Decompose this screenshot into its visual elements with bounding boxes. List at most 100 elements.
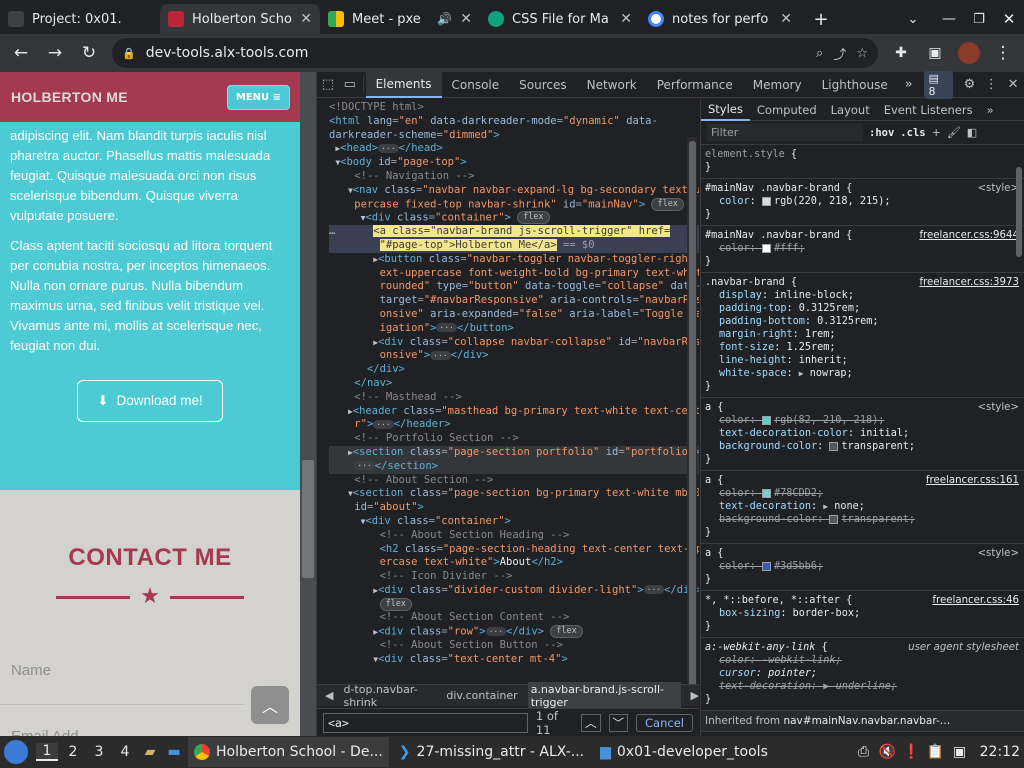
styles-scrollbar[interactable] <box>1015 147 1023 732</box>
reload-icon[interactable]: ↻ <box>74 38 104 68</box>
search-cancel-button[interactable]: Cancel <box>636 713 693 732</box>
tab-sources[interactable]: Sources <box>509 72 576 98</box>
css-rule[interactable]: #mainNav .navbar-brand { freelancer.css:… <box>701 226 1024 273</box>
dom-node[interactable]: ▶<button class="navbar-toggler navbar-to… <box>329 253 699 267</box>
dom-node[interactable]: <!-- Icon Divider --> <box>329 570 699 584</box>
navbar-brand-link[interactable]: HOLBERTON ME <box>11 89 128 105</box>
email-field[interactable]: Email Add <box>11 728 79 736</box>
browser-tab-active[interactable]: Holberton Scho ✕ <box>160 4 320 34</box>
close-tab-icon[interactable]: ✕ <box>460 11 472 27</box>
class-toggle[interactable]: .cls <box>900 127 925 139</box>
breadcrumb-item[interactable]: d-top.navbar-shrink <box>343 683 436 709</box>
omnibox[interactable]: 🔒 dev-tools.alx-tools.com ⌕ ⤴ ☆ <box>112 38 878 68</box>
dom-node[interactable]: ▼<div class="container"> <box>329 515 699 529</box>
workspace-3[interactable]: 3 <box>88 744 110 760</box>
tab-network[interactable]: Network <box>577 72 647 98</box>
dom-node-selected[interactable]: "#page-top">Holberton Me</a> == $0 <box>329 238 699 253</box>
breadcrumb-prev-icon[interactable]: ◀ <box>325 689 333 702</box>
dom-node[interactable]: </nav> <box>329 377 699 391</box>
dom-node[interactable]: <!-- About Section Button --> <box>329 639 699 653</box>
extensions-puzzle-icon[interactable]: ✚ <box>886 38 916 68</box>
styles-scrollbar-thumb[interactable] <box>1016 167 1022 257</box>
bookmark-star-icon[interactable]: ☆ <box>856 46 868 61</box>
taskbar-task-vscode[interactable]: ❯ 27-missing_attr - ALX-... <box>393 737 590 767</box>
menu-toggle-button[interactable]: MENU ≡ <box>226 84 290 110</box>
clipboard-icon[interactable]: 📋 <box>926 742 946 762</box>
inspect-element-icon[interactable]: ⬚ <box>317 72 339 98</box>
audio-playing-icon[interactable]: 🔊 <box>437 12 452 26</box>
dom-search-input[interactable]: <a> <box>323 712 528 733</box>
dom-node[interactable]: <!DOCTYPE html> <box>329 101 699 115</box>
dom-node[interactable]: flex <box>329 597 699 612</box>
name-field[interactable]: Name <box>11 662 51 679</box>
more-tabs-chevron-icon[interactable]: » <box>898 72 920 98</box>
tab-search-chevron-icon[interactable]: ⌄ <box>898 4 928 34</box>
add-rule-icon[interactable]: + <box>932 126 941 139</box>
search-next-icon[interactable]: ﹀ <box>608 713 629 732</box>
screen-icon[interactable]: ▣ <box>950 742 970 762</box>
dom-node[interactable]: target="#navbarResponsive" aria-controls… <box>329 294 699 308</box>
hover-state-toggle[interactable]: :hov <box>869 127 894 139</box>
close-tab-icon[interactable]: ✕ <box>780 11 792 27</box>
dom-node[interactable]: r"> ··· </header> <box>329 418 699 432</box>
tab-layout[interactable]: Layout <box>824 99 877 121</box>
dom-node[interactable]: ▼<div class="text-center mt-4"> <box>329 653 699 667</box>
dom-node[interactable]: ▶<section class="page-section portfolio"… <box>329 445 699 460</box>
breadcrumb-item-current[interactable]: a.navbar-brand.js-scroll-trigger <box>527 681 681 710</box>
tab-styles[interactable]: Styles <box>701 99 750 121</box>
dom-node[interactable]: ▼<nav class="navbar navbar-expand-lg bg-… <box>329 184 699 198</box>
scroll-to-top-button[interactable]: ︿ <box>251 686 289 724</box>
dom-node[interactable]: <!-- About Section --> <box>329 474 699 488</box>
dom-node[interactable]: <!-- Portfolio Section --> <box>329 432 699 446</box>
restore-window-button[interactable]: ❐ <box>964 4 994 34</box>
css-rule[interactable]: #mainNav .navbar-brand { <style> color: … <box>701 179 1024 226</box>
close-tab-icon[interactable]: ✕ <box>300 11 312 27</box>
styles-filter-input[interactable]: Filter <box>707 124 863 141</box>
browser-tab[interactable]: notes for perfo ✕ <box>640 4 800 34</box>
workspace-1[interactable]: 1 <box>36 743 58 761</box>
workspace-2[interactable]: 2 <box>62 744 84 760</box>
dom-node[interactable]: <!-- Navigation --> <box>329 170 699 184</box>
close-tab-icon[interactable]: ✕ <box>620 11 632 27</box>
share-icon[interactable]: ⤴ <box>833 44 846 63</box>
tab-console[interactable]: Console <box>442 72 510 98</box>
dom-node-selected[interactable]: … <a class="navbar-brand js-scroll-trigg… <box>329 225 699 239</box>
css-rule[interactable]: a { <style> color: #3d5bb6; } <box>701 544 1024 591</box>
css-rule[interactable]: a { <style> color: rgb(82, 210, 218); te… <box>701 398 1024 471</box>
mute-icon[interactable]: 🔇 <box>878 742 898 762</box>
dom-tree-scrollbar[interactable] <box>687 137 697 687</box>
side-panel-icon[interactable]: ▣ <box>920 38 950 68</box>
profile-avatar[interactable] <box>954 38 984 68</box>
inherited-selector-link[interactable]: nav#mainNav.navbar.navbar-… <box>783 715 950 727</box>
dom-node[interactable]: darkreader-scheme="dimmed"> <box>329 129 699 143</box>
os-start-menu-icon[interactable] <box>4 740 28 764</box>
workspace-4[interactable]: 4 <box>114 744 136 760</box>
devtools-menu-kebab-icon[interactable]: ⋮ <box>980 72 1002 98</box>
dom-node[interactable]: <!-- About Section Heading --> <box>329 529 699 543</box>
new-tab-button[interactable]: + <box>806 4 836 34</box>
file-manager-icon[interactable]: ▰ <box>140 742 160 762</box>
dom-node[interactable]: ▼<body id="page-top"> <box>329 156 699 170</box>
rule-source-link[interactable]: freelancer.css:9644 <box>919 229 1019 242</box>
dom-node[interactable]: igation"> ··· </button> <box>329 322 699 336</box>
breadcrumb-next-icon[interactable]: ▶ <box>691 689 699 702</box>
css-rule[interactable]: .navbar-brand { freelancer.css:3973 disp… <box>701 273 1024 398</box>
dom-tree-scrollbar-thumb[interactable] <box>689 141 696 687</box>
tab-memory[interactable]: Memory <box>743 72 812 98</box>
zoom-search-icon[interactable]: ⌕ <box>816 46 823 61</box>
close-devtools-icon[interactable]: ✕ <box>1002 72 1024 98</box>
dom-node[interactable]: ▼<div class="container"> flex <box>329 211 699 225</box>
browser-tab[interactable]: Meet - pxe 🔊 ✕ <box>320 4 480 34</box>
search-prev-icon[interactable]: ︿ <box>581 713 601 732</box>
more-subtabs-chevron-icon[interactable]: » <box>980 99 1001 121</box>
css-rule[interactable]: element.style { } <box>701 145 1024 179</box>
issues-badge[interactable]: ▤ 8 <box>923 70 953 99</box>
dom-node[interactable]: ▶<div class="collapse navbar-collapse" i… <box>329 336 699 350</box>
tab-performance[interactable]: Performance <box>647 72 743 98</box>
tab-computed[interactable]: Computed <box>750 99 824 121</box>
dom-tree[interactable]: <!DOCTYPE html> <html lang="en" data-dar… <box>317 99 699 687</box>
breadcrumb-item[interactable]: div.container <box>446 689 517 702</box>
dom-node[interactable]: <!-- About Section Content --> <box>329 611 699 625</box>
paint-icon[interactable]: 🖌 <box>947 126 961 139</box>
rule-source-link[interactable]: freelancer.css:161 <box>926 474 1019 487</box>
